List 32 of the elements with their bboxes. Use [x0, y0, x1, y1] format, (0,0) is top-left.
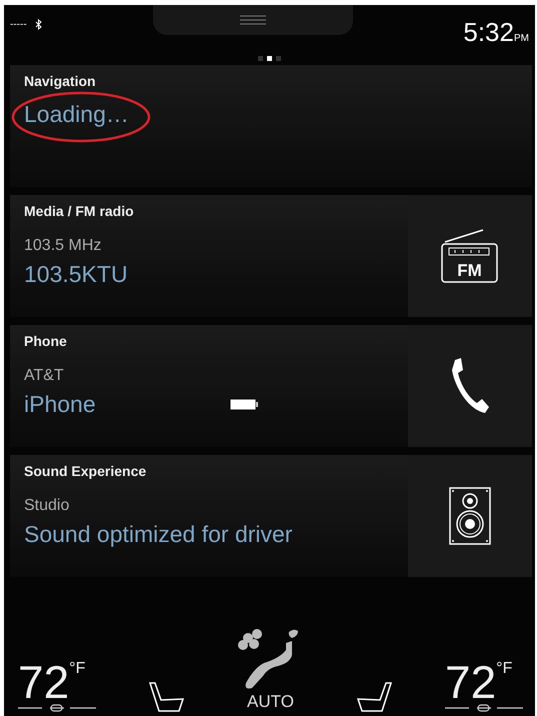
tile-title: Media / FM radio — [24, 203, 135, 219]
top-handle[interactable] — [152, 5, 353, 35]
signal-indicator: ----- — [10, 19, 27, 30]
tile-card[interactable]: Sound Experience Studio Sound optimized for driver — [10, 455, 532, 577]
tile-card[interactable]: Navigation Loading… — [10, 65, 532, 187]
tile-subtitle: AT&T — [24, 367, 65, 385]
tile-title: Navigation — [24, 73, 97, 89]
speaker-icon — [449, 487, 491, 545]
tile-card[interactable]: Media / FM radio 103.5 MHz 103.5KTU FM — [10, 195, 532, 317]
climate-mode[interactable]: AUTO — [247, 692, 294, 712]
seat-heat-icon[interactable] — [356, 682, 392, 712]
phone-icon — [449, 358, 491, 414]
temperature-value: 72 — [18, 660, 70, 704]
clock-suffix: PM — [514, 33, 529, 44]
seat-heat-icon[interactable] — [148, 682, 185, 712]
temperature-unit: °F — [69, 660, 86, 678]
tile-value: Loading… — [24, 101, 129, 127]
tile-title: Sound Experience — [24, 463, 148, 479]
tile-value: iPhone — [24, 391, 96, 417]
tile-value: Sound optimized for driver — [24, 521, 292, 547]
tile-subtitle: 103.5 MHz — [24, 237, 102, 255]
tile-title: Phone — [24, 333, 68, 349]
bluetooth-icon — [34, 19, 42, 30]
temperature-value: 72 — [445, 660, 496, 704]
sync-link-icon — [18, 704, 96, 712]
tile-value: 103.5KTU — [24, 261, 128, 287]
tile-card[interactable]: Phone AT&T iPhone — [10, 325, 532, 447]
temperature-unit: °F — [496, 660, 512, 678]
battery-icon — [230, 399, 258, 410]
tile-subtitle: Studio — [24, 497, 70, 515]
sync-link-icon — [445, 704, 523, 712]
clock-time: 5:32 — [463, 17, 514, 48]
